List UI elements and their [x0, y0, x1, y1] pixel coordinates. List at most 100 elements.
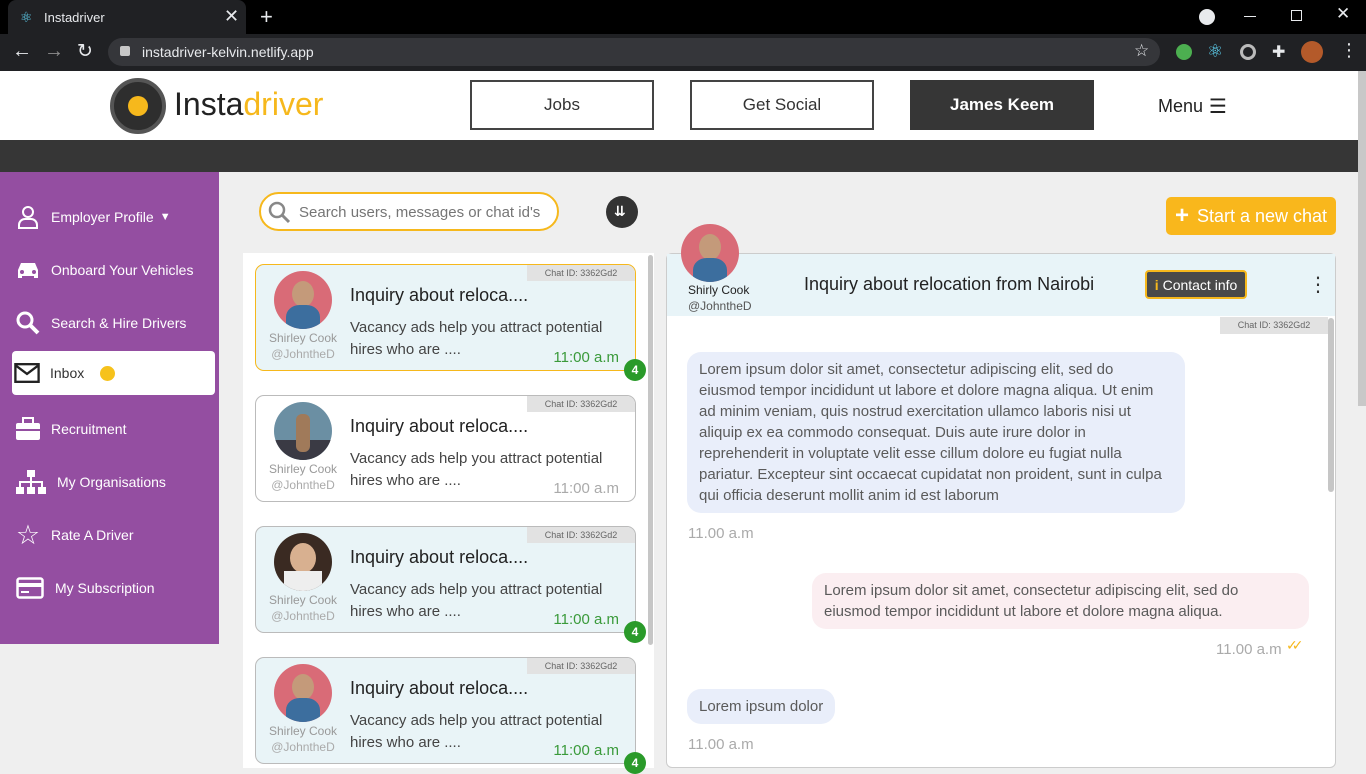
sort-button[interactable]: ⇊	[606, 196, 638, 228]
chat-title: Inquiry about reloca....	[350, 547, 529, 567]
message-time: 11.00 a.m	[688, 736, 754, 753]
chat-search-input[interactable]	[299, 202, 549, 222]
chevron-down-icon: ▼	[159, 211, 171, 223]
envelope-icon	[14, 360, 40, 386]
chat-user-name: Shirley Cook	[268, 462, 338, 476]
avatar	[274, 271, 332, 329]
page-scrollbar[interactable]	[1358, 71, 1366, 406]
sidebar-item-employer-profile[interactable]: Employer Profile ▼	[0, 195, 219, 239]
tab-close-icon[interactable]: ✕	[224, 6, 239, 27]
chat-id-tag: Chat ID: 3362Gd2	[527, 527, 635, 543]
chat-list-item[interactable]: Chat ID: 3362Gd2 Shirley Cook @JohntheD …	[255, 395, 636, 502]
jobs-nav-button[interactable]: Jobs	[470, 80, 654, 130]
hamburger-icon: ☰	[1209, 96, 1227, 118]
received-message: Lorem ipsum dolor sit amet, consectetur …	[687, 352, 1185, 513]
double-check-icon: ✓✓	[1286, 637, 1304, 653]
steering-wheel-logo-icon[interactable]	[110, 78, 166, 134]
conversation-chat-id-tag: Chat ID: 3362Gd2	[1220, 317, 1328, 334]
sidebar-item-search-hire[interactable]: Search & Hire Drivers	[0, 301, 219, 345]
unread-count-badge: 4	[624, 752, 646, 774]
contact-info-button[interactable]: i Contact info	[1145, 270, 1247, 299]
extension-icon-1[interactable]	[1176, 44, 1192, 60]
avatar	[274, 402, 332, 460]
sidebar-item-organisations[interactable]: My Organisations	[0, 460, 219, 504]
unread-dot-icon	[100, 365, 116, 381]
search-icon	[15, 310, 41, 336]
new-tab-icon[interactable]: +	[260, 4, 273, 30]
conversation-scrollbar[interactable]	[1328, 318, 1334, 492]
sidebar-item-recruitment[interactable]: Recruitment	[0, 407, 219, 451]
browser-menu-icon[interactable]: ⋮	[1340, 40, 1358, 61]
address-bar[interactable]: instadriver-kelvin.netlify.app ☆	[108, 38, 1160, 66]
chat-list-scrollbar[interactable]	[648, 255, 653, 645]
extension-icon-3[interactable]	[1240, 44, 1256, 60]
contact-avatar[interactable]	[681, 224, 739, 282]
contact-info-label: Contact info	[1162, 276, 1238, 293]
star-icon: ☆	[15, 519, 41, 550]
forward-arrow-icon[interactable]: →	[44, 40, 64, 63]
sidebar-item-subscription[interactable]: My Subscription	[0, 566, 219, 610]
tab-title: Instadriver	[44, 10, 105, 25]
menu-button[interactable]: Menu ☰	[1158, 94, 1227, 119]
chat-user-handle: @JohntheD	[271, 347, 335, 361]
info-icon: i	[1154, 276, 1159, 293]
back-arrow-icon[interactable]: ←	[12, 40, 32, 63]
chat-list-item[interactable]: Chat ID: 3362Gd2 Shirley Cook @JohntheD …	[255, 526, 646, 643]
chat-id-tag: Chat ID: 3362Gd2	[527, 658, 635, 674]
tab-search-icon[interactable]	[1199, 9, 1215, 25]
avatar	[274, 664, 332, 722]
restore-icon[interactable]	[1291, 10, 1302, 21]
chat-user-name: Shirley Cook	[268, 724, 338, 738]
window-close-icon[interactable]: ✕	[1336, 4, 1350, 24]
sidebar-item-label: My Subscription	[55, 580, 155, 596]
message-time: 11.00 a.m	[1216, 641, 1282, 658]
chat-search-box[interactable]	[259, 192, 559, 231]
brand-logo-text[interactable]: Instadriver	[174, 86, 323, 122]
conversation-title: Inquiry about relocation from Nairobi	[804, 274, 1095, 294]
sidebar-item-rate-driver[interactable]: ☆ Rate A Driver	[0, 513, 219, 557]
sidebar-item-label: Onboard Your Vehicles	[51, 262, 194, 278]
profile-avatar[interactable]	[1301, 41, 1323, 63]
sort-icon: ⇊	[614, 203, 626, 219]
minimize-icon[interactable]	[1244, 16, 1256, 17]
received-message: Lorem ipsum dolor	[687, 689, 836, 724]
extensions-puzzle-icon[interactable]: ✚	[1272, 42, 1285, 62]
credit-card-icon	[15, 575, 45, 601]
contact-handle: @JohntheD	[688, 299, 752, 313]
chat-title: Inquiry about reloca....	[350, 678, 529, 698]
briefcase-icon	[15, 416, 41, 442]
react-favicon-icon: ⚛	[20, 9, 33, 25]
start-new-chat-label: Start a new chat	[1196, 205, 1328, 226]
sidebar-item-label: Employer Profile	[51, 209, 154, 225]
chat-list-item[interactable]: Chat ID: 3362Gd2 Shirley Cook @JohntheD …	[255, 264, 646, 381]
start-new-chat-button[interactable]: + Start a new chat	[1166, 197, 1336, 235]
sidebar-item-onboard-vehicles[interactable]: Onboard Your Vehicles	[0, 248, 219, 292]
chat-user-name: Shirley Cook	[268, 331, 338, 345]
chat-user-handle: @JohntheD	[271, 478, 335, 492]
sidebar-item-inbox[interactable]: Inbox	[12, 351, 215, 395]
header-divider-strip	[0, 140, 1360, 172]
react-devtools-icon[interactable]: ⚛	[1207, 41, 1223, 62]
user-account-button[interactable]: James Keem	[910, 80, 1094, 130]
chat-user-name: Shirley Cook	[268, 593, 338, 607]
org-chart-icon	[15, 469, 47, 495]
chat-id-tag: Chat ID: 3362Gd2	[527, 265, 635, 281]
get-social-nav-button[interactable]: Get Social	[690, 80, 874, 130]
chat-time: 11:00 a.m	[553, 742, 619, 759]
unread-count-badge: 4	[624, 359, 646, 381]
browser-tab[interactable]: ⚛ Instadriver ✕	[8, 0, 246, 34]
reload-icon[interactable]: ↻	[77, 40, 93, 63]
more-options-icon[interactable]: ⋮	[1308, 272, 1328, 297]
sidebar-item-label: My Organisations	[57, 474, 166, 490]
chat-title: Inquiry about reloca....	[350, 416, 529, 436]
sidebar-item-label: Inbox	[50, 365, 85, 381]
chat-id-tag: Chat ID: 3362Gd2	[527, 396, 635, 412]
chat-title: Inquiry about reloca....	[350, 285, 529, 305]
bookmark-star-icon[interactable]: ☆	[1134, 41, 1149, 61]
brand-suffix: driver	[243, 86, 324, 122]
avatar	[274, 533, 332, 591]
chat-list-item[interactable]: Chat ID: 3362Gd2 Shirley Cook @JohntheD …	[255, 657, 646, 774]
chat-time: 11:00 a.m	[553, 611, 619, 628]
chat-time: 11:00 a.m	[553, 480, 619, 497]
car-icon	[15, 257, 41, 283]
